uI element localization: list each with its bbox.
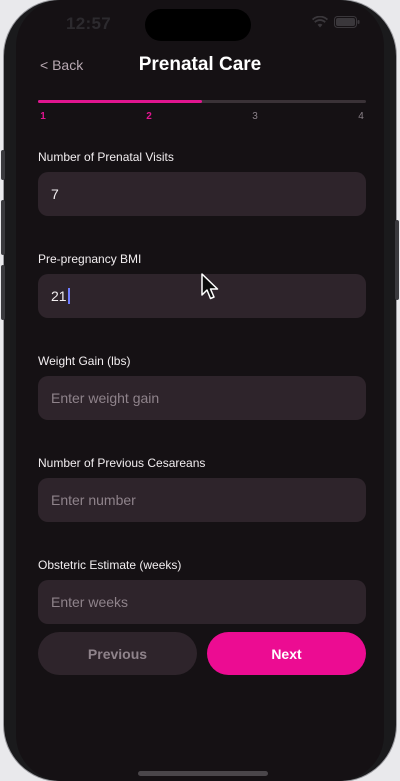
app-screen: 12:57 < Back Prenatal Care 1 2 3 4 Numbe… — [16, 0, 384, 781]
side-button — [1, 150, 5, 180]
bmi-label: Pre-pregnancy BMI — [38, 252, 142, 266]
volume-down-button — [1, 265, 5, 320]
weight-gain-input[interactable]: Enter weight gain — [38, 376, 366, 420]
field-prenatal-visits: Number of Prenatal Visits 7 — [38, 150, 366, 216]
dynamic-island — [145, 9, 251, 41]
previous-button[interactable]: Previous — [38, 632, 197, 675]
field-weight-gain: Weight Gain (lbs) Enter weight gain — [38, 354, 366, 420]
step-indicators: 1 2 3 4 — [38, 111, 366, 122]
cesareans-label: Number of Previous Cesareans — [38, 456, 206, 470]
obstetric-estimate-label: Obstetric Estimate (weeks) — [38, 558, 182, 572]
mouse-pointer-icon — [201, 273, 221, 306]
page-title: Prenatal Care — [138, 54, 262, 75]
status-time: 12:57 — [66, 14, 111, 33]
field-cesareans: Number of Previous Cesareans Enter numbe… — [38, 456, 366, 522]
cesareans-input[interactable]: Enter number — [38, 478, 366, 522]
step-3: 3 — [252, 111, 258, 122]
prenatal-visits-input[interactable]: 7 — [38, 172, 366, 216]
step-4: 4 — [358, 111, 364, 122]
status-icons — [312, 16, 360, 28]
text-caret — [67, 288, 70, 304]
progress-bar-fill — [38, 100, 202, 103]
battery-icon — [334, 16, 360, 28]
power-button — [395, 220, 399, 300]
phone-frame: 12:57 < Back Prenatal Care 1 2 3 4 Numbe… — [1, 0, 399, 781]
cesareans-placeholder: Enter number — [51, 492, 136, 508]
field-obstetric-estimate: Obstetric Estimate (weeks) Enter weeks — [38, 558, 366, 624]
volume-up-button — [1, 200, 5, 255]
obstetric-estimate-input[interactable]: Enter weeks — [38, 580, 366, 624]
step-1: 1 — [40, 111, 46, 122]
home-indicator[interactable] — [138, 771, 268, 776]
progress-bar — [38, 100, 366, 103]
weight-gain-placeholder: Enter weight gain — [51, 390, 160, 406]
bmi-value: 21 — [51, 288, 67, 304]
weight-gain-label: Weight Gain (lbs) — [38, 354, 131, 368]
prenatal-visits-label: Number of Prenatal Visits — [38, 150, 174, 164]
wifi-icon — [312, 16, 328, 28]
step-2: 2 — [146, 111, 152, 122]
obstetric-estimate-placeholder: Enter weeks — [51, 594, 129, 610]
next-button[interactable]: Next — [207, 632, 366, 675]
prenatal-visits-value: 7 — [51, 186, 59, 202]
prenatal-form: Number of Prenatal Visits 7 Pre-pregnanc… — [38, 150, 366, 660]
navigation-buttons: Previous Next — [38, 632, 366, 675]
